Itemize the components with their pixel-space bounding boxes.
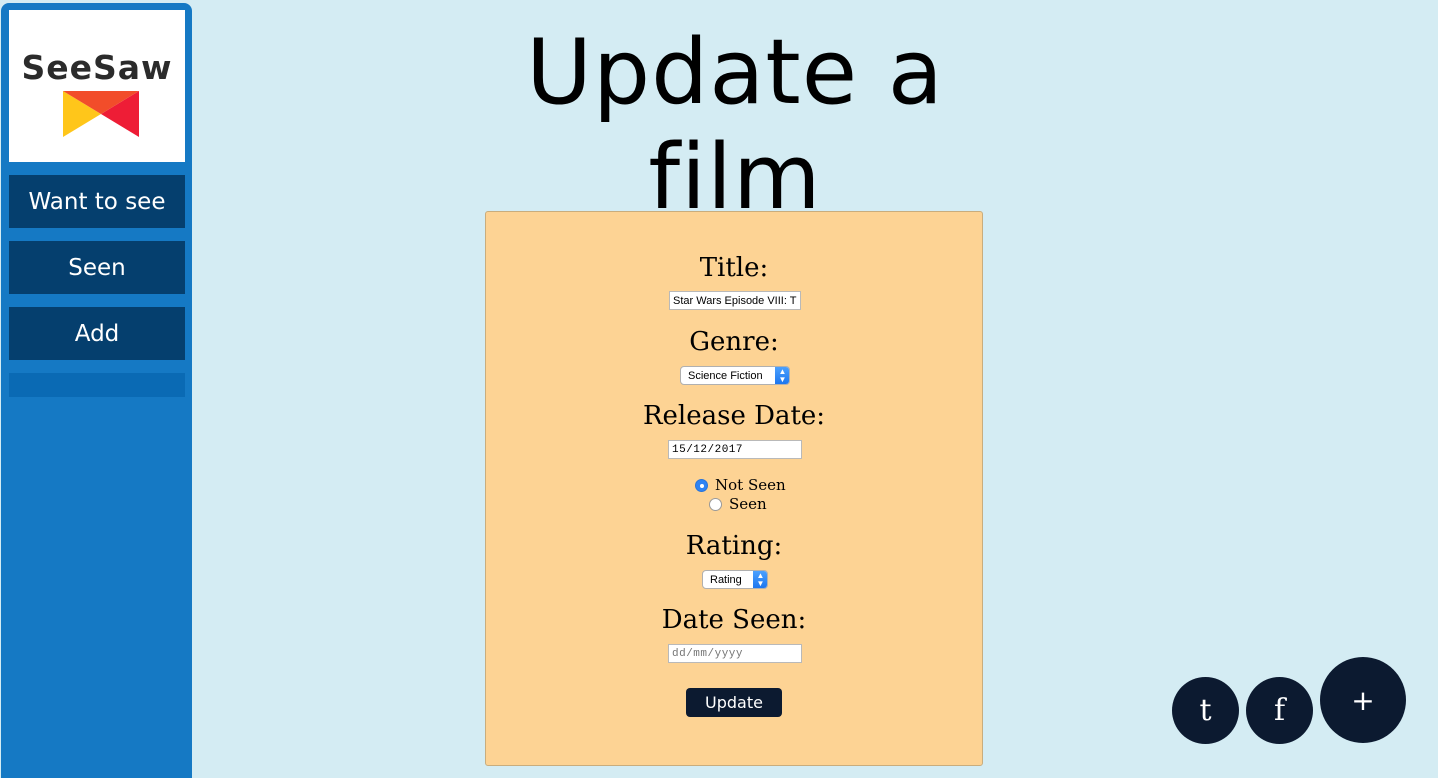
facebook-share-button[interactable]: f (1246, 677, 1313, 744)
rating-label: Rating: (685, 531, 783, 561)
add-action-button[interactable]: + (1320, 657, 1406, 743)
sidebar: SeeSaw Want to see Seen Add (1, 3, 192, 778)
title-label: Title: (699, 253, 769, 283)
radio-checked-icon[interactable] (695, 478, 708, 492)
sidebar-empty-item[interactable] (9, 373, 185, 397)
tumblr-icon: t (1199, 693, 1212, 728)
date-seen-input[interactable] (668, 644, 802, 663)
sidebar-item-want-to-see[interactable]: Want to see (9, 175, 185, 228)
select-arrows-icon: ▲ ▼ (775, 367, 789, 384)
radio-unchecked-icon[interactable] (709, 497, 722, 511)
radio-not-seen-label: Not Seen (715, 476, 786, 494)
rating-select[interactable]: Rating ▲ ▼ (702, 570, 768, 589)
sidebar-item-add[interactable]: Add (9, 307, 185, 360)
genre-select[interactable]: Science Fiction ▲ ▼ (680, 366, 790, 385)
sidebar-item-seen[interactable]: Seen (9, 241, 185, 294)
plus-icon: + (1351, 683, 1375, 717)
update-film-form: Title: Genre: Science Fiction ▲▼ Release… (485, 211, 983, 766)
logo-wordmark: SeeSaw (21, 48, 173, 87)
page-title: Update a film (526, 20, 944, 230)
radio-not-seen[interactable]: Not Seen (695, 476, 786, 494)
logo[interactable]: SeeSaw (9, 10, 185, 162)
release-date-label: Release Date: (642, 401, 826, 431)
select-arrows-icon: ▲ ▼ (753, 571, 767, 588)
facebook-icon: f (1273, 693, 1286, 728)
update-button[interactable]: Update (686, 688, 782, 717)
genre-label: Genre: (689, 327, 779, 357)
date-seen-label: Date Seen: (661, 605, 807, 635)
release-date-input[interactable] (668, 440, 802, 459)
rating-selected-value: Rating (710, 573, 742, 586)
logo-bowtie-icon (63, 91, 139, 137)
tumblr-share-button[interactable]: t (1172, 677, 1239, 744)
title-input[interactable] (669, 291, 801, 310)
radio-seen-label: Seen (729, 495, 767, 513)
genre-selected-value: Science Fiction (688, 369, 763, 382)
radio-seen[interactable]: Seen (709, 495, 767, 513)
